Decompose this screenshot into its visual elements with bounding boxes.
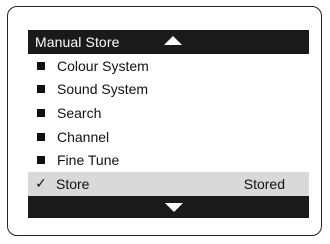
menu-item-label: Colour System (57, 57, 149, 74)
menu-item-label: Sound System (57, 81, 149, 98)
store-status: Stored (243, 175, 285, 192)
square-bullet-icon (37, 156, 45, 165)
menu-item-channel[interactable]: Channel (28, 125, 309, 149)
menu-item-fine-tune[interactable]: Fine Tune (28, 148, 309, 172)
menu-header: Manual Store (28, 30, 309, 54)
menu-item-label: Search (57, 104, 102, 121)
square-bullet-icon (37, 85, 45, 94)
check-icon: ✓ (35, 175, 47, 192)
menu-item-sound-system[interactable]: Sound System (28, 78, 309, 102)
menu-item-label: Fine Tune (57, 152, 120, 169)
square-bullet-icon (37, 61, 45, 70)
menu-footer (28, 195, 309, 218)
menu-item-label: Store (56, 175, 90, 192)
menu-item-search[interactable]: Search (28, 101, 309, 125)
down-arrow-icon[interactable] (165, 202, 183, 212)
menu-item-colour-system[interactable]: Colour System (28, 54, 309, 78)
square-bullet-icon (37, 132, 45, 141)
up-arrow-icon[interactable] (164, 36, 182, 45)
menu-title: Manual Store (35, 34, 120, 50)
menu-item-store[interactable]: ✓ Store Stored (28, 171, 309, 196)
menu-item-label: Channel (57, 128, 110, 145)
manual-store-menu: Manual Store Colour System Sound System … (28, 30, 309, 218)
square-bullet-icon (37, 108, 45, 117)
